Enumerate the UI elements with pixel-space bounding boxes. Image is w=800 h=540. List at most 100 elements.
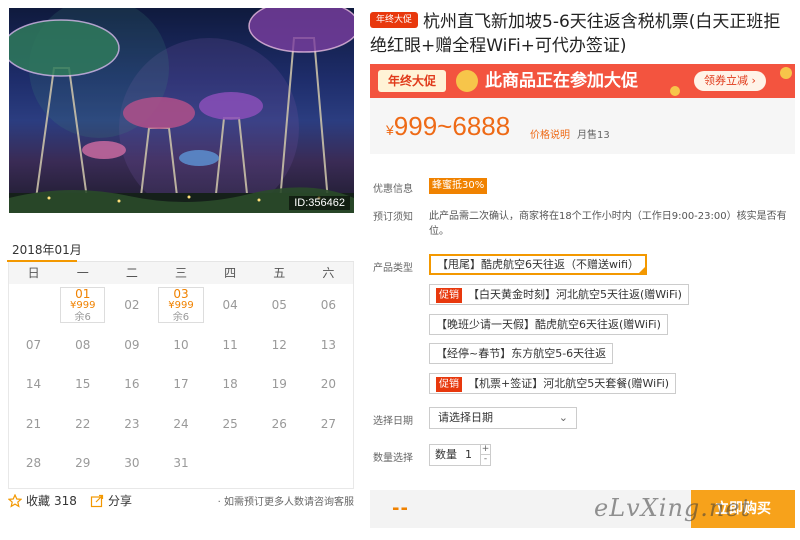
price-box: ¥999~6888 价格说明 月售13 (370, 98, 795, 154)
product-option[interactable]: 促销 【机票+签证】河北航空5天套餐(赠WiFi) (429, 373, 677, 394)
product-option[interactable]: 【甩尾】酷虎航空6天往返（不赠送wifi） (429, 254, 647, 275)
price-explanation-link[interactable]: 价格说明 (530, 126, 570, 141)
calendar-day[interactable]: 31 (156, 442, 205, 482)
quantity-decrease-button[interactable]: - (480, 455, 490, 465)
calendar-day-number: 14 (25, 377, 42, 391)
calendar-day[interactable]: 26 (255, 403, 304, 443)
calendar-day-number: 16 (124, 377, 140, 391)
calendar-day[interactable]: 07 (9, 324, 58, 364)
calendar-day-number: 17 (173, 377, 189, 391)
calendar-day[interactable]: 04 (206, 284, 255, 324)
calendar-day[interactable]: 06 (304, 284, 353, 324)
calendar-day[interactable]: 14 (9, 363, 58, 403)
calendar-day-number: 01 (75, 287, 91, 301)
calendar-day[interactable]: 18 (206, 363, 255, 403)
quantity-value[interactable]: 1 (465, 445, 472, 465)
calendar-day[interactable]: 01 ¥999 余6 (58, 284, 107, 324)
share-button[interactable]: 分享 (90, 492, 132, 509)
calendar-day[interactable]: 25 (206, 403, 255, 443)
calendar-day-number: 20 (320, 377, 337, 391)
calendar-day[interactable]: 11 (206, 324, 255, 364)
calendar-day[interactable]: 09 (107, 324, 156, 364)
calendar-day[interactable]: 10 (156, 324, 205, 364)
calendar-day (9, 284, 58, 324)
calendar-day-number: 26 (271, 416, 287, 431)
product-option[interactable]: 【晚班少请一天假】酷虎航空6天往返(赠WiFi) (429, 314, 668, 335)
weekday-thu: 四 (224, 266, 237, 280)
calendar-day[interactable]: 16 (107, 363, 156, 403)
quantity-stepper[interactable]: 数量 1 + - (429, 444, 491, 466)
calendar-day-number: 11 (222, 337, 238, 352)
calendar: 日 一 二 三 四 五 六 01 ¥999 余6 02 03 ¥999 余6 04 05 06 07… (8, 262, 354, 489)
star-icon (8, 493, 22, 508)
coin-icon (456, 70, 478, 92)
calendar-day[interactable]: 13 (304, 324, 353, 364)
calendar-day[interactable]: 27 (304, 403, 353, 443)
calendar-day-price: ¥999 (69, 300, 96, 311)
calendar-day-number: 06 (320, 298, 337, 312)
calendar-day[interactable]: 29 (58, 442, 107, 482)
calendar-day-number: 10 (173, 337, 189, 352)
calendar-day-number: 02 (124, 298, 140, 312)
calendar-day-number: 24 (173, 416, 189, 431)
calendar-day[interactable]: 03 ¥999 余6 (156, 284, 205, 324)
product-option[interactable]: 【经停~春节】东方航空5-6天往返 (429, 343, 614, 364)
product-title: 杭州直飞新加坡5-6天往返含税机票(白天正班拒绝红眼+赠全程WiFi+可代办签证… (370, 12, 781, 56)
calendar-day[interactable]: 08 (58, 324, 107, 364)
product-image[interactable]: ID:356462 (9, 8, 354, 213)
calendar-day[interactable]: 19 (255, 363, 304, 403)
calendar-day-number: 03 (173, 287, 189, 301)
promo-banner[interactable]: 年终大促 此商品正在参加大促 领券立减 › (370, 64, 795, 98)
calendar-month[interactable]: 2018年01月 (12, 241, 82, 258)
discount-label: 优惠信息 (373, 184, 413, 195)
calendar-day-number: 18 (222, 377, 238, 391)
calendar-day[interactable]: 02 (107, 284, 156, 324)
supertree-illustration (9, 8, 354, 213)
calendar-day[interactable]: 21 (9, 403, 58, 443)
weekday-mon: 一 (76, 266, 89, 280)
calendar-day[interactable]: 22 (58, 403, 107, 443)
calendar-day[interactable]: 15 (58, 363, 107, 403)
quantity-label: 数量选择 (373, 453, 413, 464)
weekday-wed: 三 (174, 266, 187, 280)
date-label: 选择日期 (373, 416, 413, 427)
share-icon (90, 494, 104, 507)
product-option[interactable]: 促销 【白天黄金时刻】河北航空5天往返(赠WiFi) (429, 284, 689, 305)
booking-note: · 如需预订更多人数请咨询客服 (217, 497, 354, 508)
product-option-label: 【机票+签证】河北航空5天套餐(赠WiFi) (468, 377, 670, 390)
discount-tag: 蜂蜜抵30% (429, 178, 488, 194)
favorite-count: 318 (54, 493, 77, 508)
product-option-label: 【晚班少请一天假】酷虎航空6天往返(赠WiFi) (436, 318, 661, 331)
calendar-day-number: 15 (75, 377, 91, 391)
calendar-day-number: 19 (271, 377, 287, 391)
weekday-sat: 六 (322, 266, 335, 280)
calendar-weekdays: 日 一 二 三 四 五 六 (9, 262, 353, 284)
calendar-day[interactable]: 12 (255, 324, 304, 364)
calendar-day-number: 23 (124, 416, 140, 431)
calendar-day-number: 04 (222, 298, 238, 312)
calendar-day-number: 25 (222, 416, 238, 431)
date-select[interactable]: 请选择日期 ⌄ (429, 407, 577, 429)
calendar-day-number: 30 (124, 456, 140, 470)
calendar-day[interactable]: 24 (156, 403, 205, 443)
price-range: ¥999~6888 (386, 111, 510, 145)
calendar-day-number: 13 (320, 337, 337, 352)
monthly-sales: 月售13 (577, 130, 610, 141)
calendar-day[interactable]: 05 (255, 284, 304, 324)
product-option-label: 【经停~春节】东方航空5-6天往返 (436, 347, 607, 360)
calendar-day[interactable]: 30 (107, 442, 156, 482)
banner-text: 此商品正在参加大促 (485, 71, 638, 91)
notice-label: 预订须知 (373, 212, 413, 223)
selected-check-icon (636, 265, 647, 275)
calendar-day[interactable]: 23 (107, 403, 156, 443)
calendar-day[interactable]: 28 (9, 442, 58, 482)
product-type-label: 产品类型 (373, 263, 413, 274)
calendar-day-number: 09 (124, 337, 140, 352)
calendar-day[interactable]: 17 (156, 363, 205, 403)
price-value: 999~6888 (393, 111, 511, 141)
coupon-button[interactable]: 领券立减 › (694, 71, 766, 91)
calendar-day-remaining: 余6 (74, 312, 91, 323)
date-select-value: 请选择日期 (438, 411, 493, 424)
favorite-button[interactable]: 收藏 318 (8, 492, 77, 509)
calendar-day[interactable]: 20 (304, 363, 353, 403)
